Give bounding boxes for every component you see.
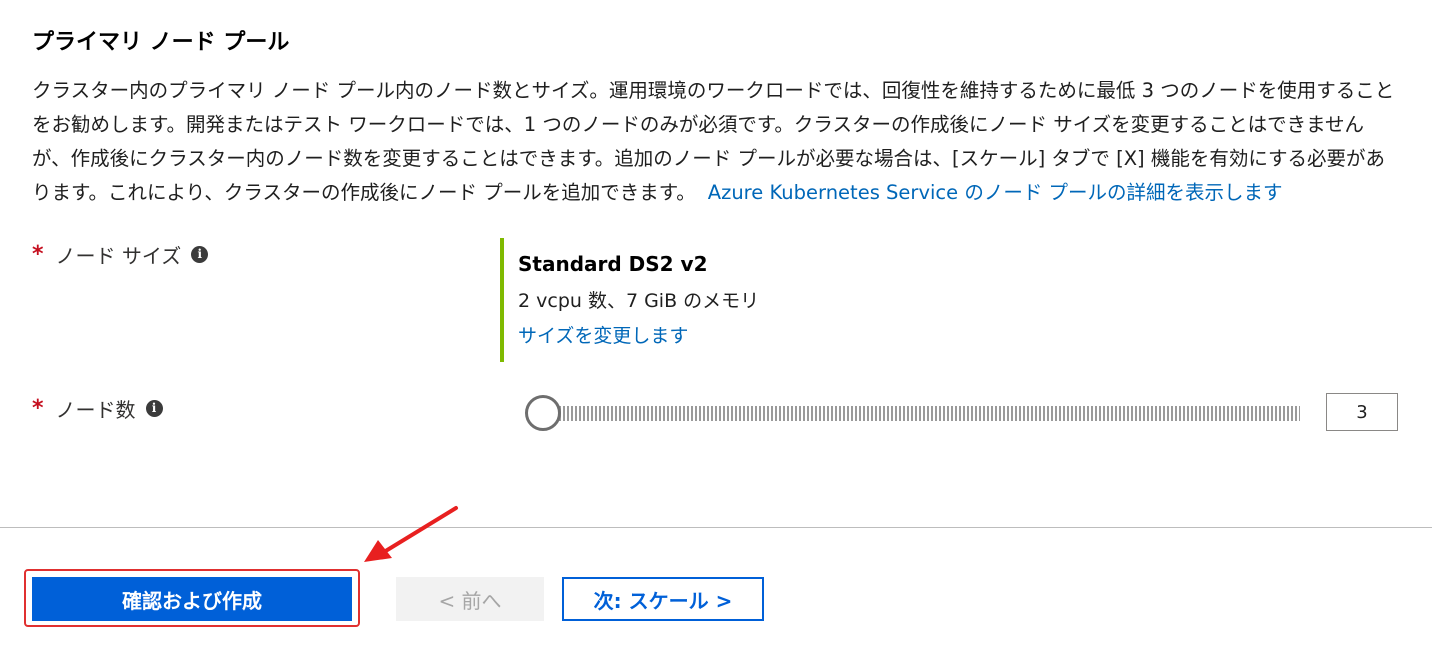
- footer-divider: [0, 527, 1432, 528]
- node-count-label-text: ノード数: [55, 398, 136, 422]
- slider-track[interactable]: [543, 406, 1300, 421]
- section-description: クラスター内のプライマリ ノード プール内のノード数とサイズ。運用環境のワークロ…: [32, 74, 1402, 210]
- node-size-label-text: ノード サイズ: [55, 244, 182, 268]
- change-size-link[interactable]: サイズを変更します: [518, 321, 688, 348]
- info-icon[interactable]: i: [191, 246, 209, 263]
- info-icon[interactable]: i: [145, 400, 163, 417]
- previous-button[interactable]: < 前へ: [396, 577, 544, 621]
- node-count-label: * ノード数 i: [32, 394, 163, 423]
- aks-node-pool-docs-link[interactable]: Azure Kubernetes Service のノード プールの詳細を表示し…: [708, 181, 1283, 204]
- required-star: *: [32, 242, 44, 267]
- node-count-slider[interactable]: [525, 395, 1300, 431]
- required-star: *: [32, 396, 44, 421]
- node-count-input[interactable]: [1326, 393, 1398, 431]
- review-create-button[interactable]: 確認および作成: [32, 577, 352, 621]
- section-title: プライマリ ノード プール: [32, 30, 290, 55]
- node-size-summary: Standard DS2 v2 2 vcpu 数、7 GiB のメモリ サイズを…: [500, 238, 759, 362]
- slider-thumb[interactable]: [525, 395, 561, 431]
- node-size-name: Standard DS2 v2: [518, 252, 708, 276]
- next-scale-button[interactable]: 次: スケール >: [562, 577, 764, 621]
- node-size-spec: 2 vcpu 数、7 GiB のメモリ: [518, 290, 760, 312]
- node-size-label: * ノード サイズ i: [32, 240, 209, 269]
- red-arrow-icon: [364, 506, 458, 562]
